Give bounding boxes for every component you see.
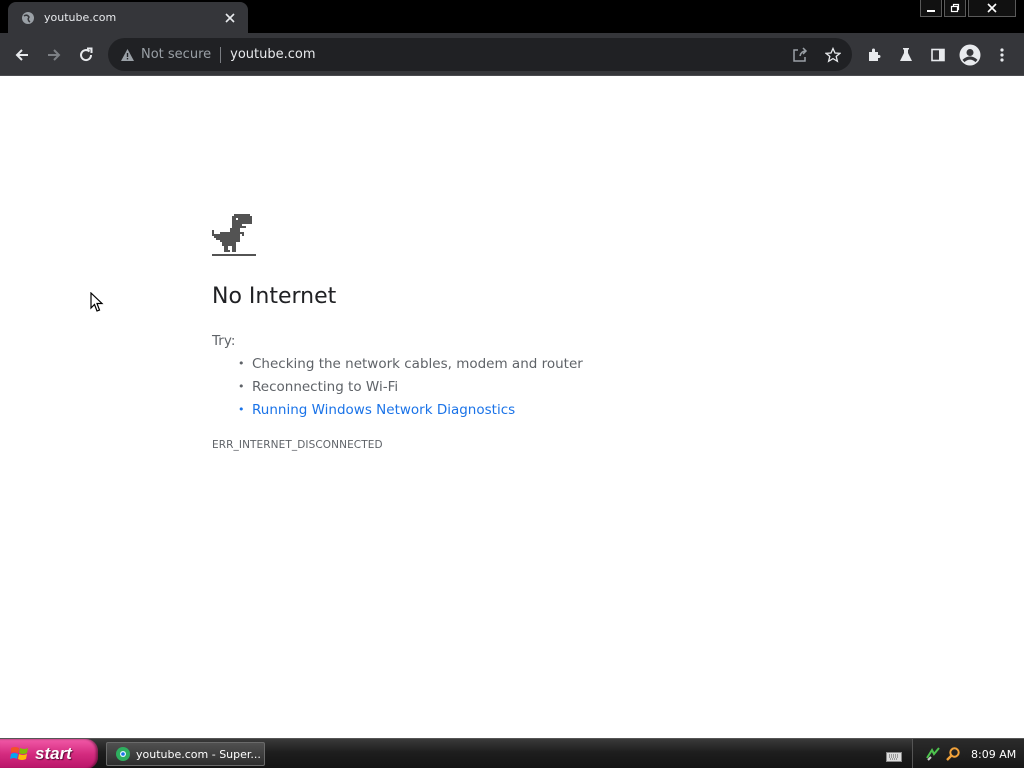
- bookmark-star-icon[interactable]: [824, 46, 842, 64]
- side-panel-icon[interactable]: [924, 41, 952, 69]
- minimize-icon[interactable]: [920, 0, 942, 17]
- window-controls: [920, 0, 1016, 18]
- try-label: Try:: [212, 333, 236, 349]
- extensions-icon[interactable]: [860, 41, 888, 69]
- start-label: start: [35, 744, 72, 763]
- network-icon[interactable]: [925, 746, 941, 762]
- globe-icon: [21, 11, 35, 25]
- browser-app-icon: [116, 747, 130, 761]
- omnibox-divider: [220, 46, 222, 63]
- taskbar-item-browser[interactable]: youtube.com - Super...: [106, 742, 265, 766]
- keyboard-icon[interactable]: [886, 748, 902, 762]
- back-arrow-icon[interactable]: [8, 41, 36, 69]
- dinosaur-icon[interactable]: [212, 214, 256, 258]
- page-content: No Internet Try: Checking the network ca…: [0, 77, 1024, 738]
- taskbar-item-label: youtube.com - Super...: [136, 747, 261, 761]
- suggestion-reconnect-wifi: Reconnecting to Wi-Fi: [236, 378, 583, 401]
- profile-avatar-icon[interactable]: [956, 41, 984, 69]
- windows-logo-icon: [10, 747, 28, 760]
- tab-title: youtube.com: [44, 11, 117, 24]
- security-status[interactable]: Not secure: [141, 47, 211, 62]
- url-text[interactable]: youtube.com: [230, 47, 315, 62]
- menu-dots-icon[interactable]: [988, 41, 1016, 69]
- error-code: ERR_INTERNET_DISCONNECTED: [212, 439, 383, 451]
- forward-arrow-icon[interactable]: [40, 41, 68, 69]
- address-bar[interactable]: Not secure youtube.com: [108, 38, 852, 71]
- search-icon[interactable]: [945, 746, 961, 762]
- labs-flask-icon[interactable]: [892, 41, 920, 69]
- tab-close-icon[interactable]: [222, 10, 238, 26]
- system-tray: 8:09 AM: [912, 739, 1024, 768]
- start-button[interactable]: start: [0, 739, 98, 768]
- reload-icon[interactable]: [72, 41, 100, 69]
- clock[interactable]: 8:09 AM: [971, 748, 1016, 761]
- suggestion-list: Checking the network cables, modem and r…: [236, 355, 583, 424]
- error-title: No Internet: [212, 284, 337, 309]
- suggestion-check-cables: Checking the network cables, modem and r…: [236, 355, 583, 378]
- warning-triangle-icon[interactable]: [119, 47, 135, 63]
- restore-icon[interactable]: [944, 0, 966, 17]
- close-icon[interactable]: [968, 0, 1016, 17]
- taskbar: start youtube.com - Super... 8:09 AM: [0, 738, 1024, 768]
- browser-toolbar: Not secure youtube.com: [0, 33, 1024, 76]
- mouse-cursor-icon: [90, 291, 104, 313]
- browser-tab[interactable]: youtube.com: [8, 2, 248, 33]
- share-icon[interactable]: [791, 46, 809, 64]
- network-diagnostics-link[interactable]: Running Windows Network Diagnostics: [236, 401, 583, 424]
- title-bar: youtube.com: [0, 0, 1024, 33]
